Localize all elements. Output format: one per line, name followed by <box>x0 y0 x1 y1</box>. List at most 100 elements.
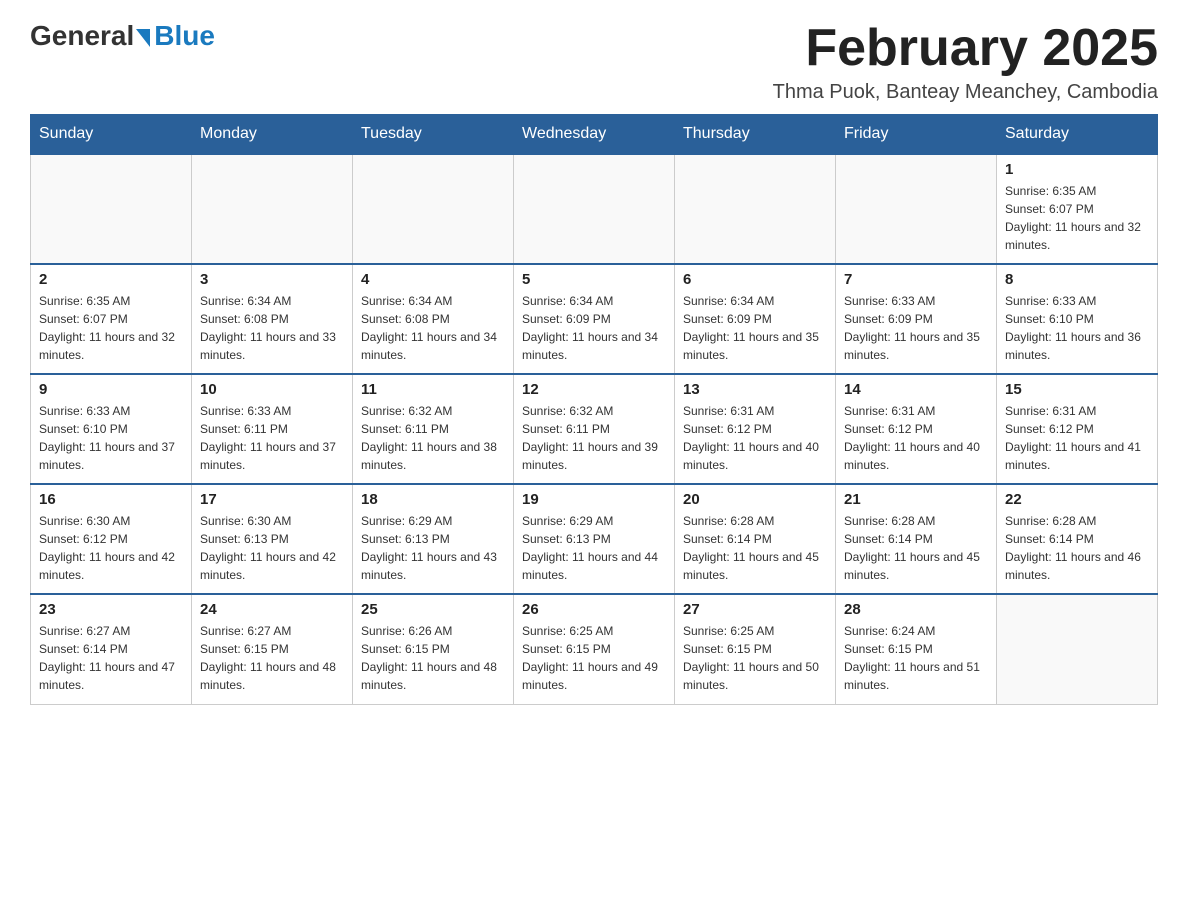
sunset-text: Sunset: 6:13 PM <box>200 530 344 548</box>
day-info: Sunrise: 6:27 AMSunset: 6:14 PMDaylight:… <box>39 622 183 694</box>
daylight-text: Daylight: 11 hours and 37 minutes. <box>200 438 344 474</box>
calendar-cell <box>353 154 514 264</box>
daylight-text: Daylight: 11 hours and 45 minutes. <box>683 548 827 584</box>
calendar-cell: 18Sunrise: 6:29 AMSunset: 6:13 PMDayligh… <box>353 484 514 594</box>
sunrise-text: Sunrise: 6:34 AM <box>361 292 505 310</box>
sunrise-text: Sunrise: 6:33 AM <box>39 402 183 420</box>
daylight-text: Daylight: 11 hours and 39 minutes. <box>522 438 666 474</box>
calendar-cell: 19Sunrise: 6:29 AMSunset: 6:13 PMDayligh… <box>514 484 675 594</box>
sunset-text: Sunset: 6:15 PM <box>361 640 505 658</box>
day-info: Sunrise: 6:28 AMSunset: 6:14 PMDaylight:… <box>1005 512 1149 584</box>
day-info: Sunrise: 6:31 AMSunset: 6:12 PMDaylight:… <box>844 402 988 474</box>
sunset-text: Sunset: 6:09 PM <box>522 310 666 328</box>
sunrise-text: Sunrise: 6:25 AM <box>683 622 827 640</box>
daylight-text: Daylight: 11 hours and 40 minutes. <box>683 438 827 474</box>
sunrise-text: Sunrise: 6:28 AM <box>683 512 827 530</box>
calendar-table: SundayMondayTuesdayWednesdayThursdayFrid… <box>30 114 1158 705</box>
day-info: Sunrise: 6:34 AMSunset: 6:08 PMDaylight:… <box>361 292 505 364</box>
calendar-cell <box>31 154 192 264</box>
day-number: 17 <box>200 491 344 508</box>
calendar-header-row: SundayMondayTuesdayWednesdayThursdayFrid… <box>31 115 1158 155</box>
sunrise-text: Sunrise: 6:24 AM <box>844 622 988 640</box>
day-info: Sunrise: 6:24 AMSunset: 6:15 PMDaylight:… <box>844 622 988 694</box>
day-info: Sunrise: 6:30 AMSunset: 6:13 PMDaylight:… <box>200 512 344 584</box>
sunrise-text: Sunrise: 6:31 AM <box>683 402 827 420</box>
day-info: Sunrise: 6:26 AMSunset: 6:15 PMDaylight:… <box>361 622 505 694</box>
calendar-cell: 26 Sunrise: 6:25 AMSunset: 6:15 PMDayligh… <box>514 594 675 704</box>
daylight-text: Daylight: 11 hours and 35 minutes. <box>683 328 827 364</box>
sunrise-text: Sunrise: 6:32 AM <box>522 402 666 420</box>
daylight-text: Daylight: 11 hours and 38 minutes. <box>361 438 505 474</box>
day-info: Sunrise: 6:32 AMSunset: 6:11 PMDaylight:… <box>522 402 666 474</box>
sunset-text: Sunset: 6:08 PM <box>200 310 344 328</box>
calendar-cell: 13Sunrise: 6:31 AMSunset: 6:12 PMDayligh… <box>675 374 836 484</box>
sunrise-text: Sunrise: 6:35 AM <box>39 292 183 310</box>
daylight-text: Daylight: 11 hours and 42 minutes. <box>200 548 344 584</box>
sunset-text: Sunset: 6:13 PM <box>361 530 505 548</box>
day-number: 1 <box>1005 161 1149 178</box>
calendar-cell: 15Sunrise: 6:31 AMSunset: 6:12 PMDayligh… <box>997 374 1158 484</box>
calendar-cell <box>192 154 353 264</box>
sunset-text: Sunset: 6:13 PM <box>522 530 666 548</box>
sunrise-text: Sunrise: 6:33 AM <box>200 402 344 420</box>
sunset-text: Sunset: 6:15 PM <box>522 640 666 658</box>
sunrise-text: Sunrise: 6:31 AM <box>1005 402 1149 420</box>
day-info: Sunrise: 6:25 AMSunset: 6:15 PMDaylight:… <box>683 622 827 694</box>
logo-arrow-icon <box>136 29 150 47</box>
logo-blue-text: Blue <box>154 20 215 52</box>
daylight-text: Daylight: 11 hours and 37 minutes. <box>39 438 183 474</box>
calendar-cell: 14 Sunrise: 6:31 AMSunset: 6:12 PMDayligh… <box>836 374 997 484</box>
daylight-text: Daylight: 11 hours and 50 minutes. <box>683 658 827 694</box>
day-number: 15 <box>1005 381 1149 398</box>
day-info: Sunrise: 6:33 AMSunset: 6:09 PMDaylight:… <box>844 292 988 364</box>
day-info: Sunrise: 6:27 AMSunset: 6:15 PMDaylight:… <box>200 622 344 694</box>
day-number: 21 <box>844 491 988 508</box>
day-number: 22 <box>1005 491 1149 508</box>
daylight-text: Daylight: 11 hours and 46 minutes. <box>1005 548 1149 584</box>
daylight-text: Daylight: 11 hours and 34 minutes. <box>361 328 505 364</box>
sunset-text: Sunset: 6:07 PM <box>1005 200 1149 218</box>
daylight-text: Daylight: 11 hours and 45 minutes. <box>844 548 988 584</box>
calendar-week-2: 2Sunrise: 6:35 AMSunset: 6:07 PMDaylight… <box>31 264 1158 374</box>
day-number: 28 <box>844 601 988 618</box>
calendar-cell: 5 Sunrise: 6:34 AMSunset: 6:09 PMDaylight… <box>514 264 675 374</box>
calendar-week-4: 16Sunrise: 6:30 AMSunset: 6:12 PMDayligh… <box>31 484 1158 594</box>
calendar-cell: 7Sunrise: 6:33 AMSunset: 6:09 PMDaylight… <box>836 264 997 374</box>
day-info: Sunrise: 6:34 AMSunset: 6:08 PMDaylight:… <box>200 292 344 364</box>
day-info: Sunrise: 6:28 AMSunset: 6:14 PMDaylight:… <box>683 512 827 584</box>
calendar-cell: 23Sunrise: 6:27 AMSunset: 6:14 PMDayligh… <box>31 594 192 704</box>
day-number: 5 <box>522 271 666 288</box>
sunrise-text: Sunrise: 6:27 AM <box>200 622 344 640</box>
logo: General Blue <box>30 20 215 52</box>
day-info: Sunrise: 6:35 AMSunset: 6:07 PMDaylight:… <box>1005 182 1149 254</box>
day-number: 14 <box>844 381 988 398</box>
sunset-text: Sunset: 6:12 PM <box>39 530 183 548</box>
daylight-text: Daylight: 11 hours and 32 minutes. <box>39 328 183 364</box>
calendar-cell: 25 Sunrise: 6:26 AMSunset: 6:15 PMDayligh… <box>353 594 514 704</box>
day-number: 25 <box>361 601 505 618</box>
day-info: Sunrise: 6:25 AMSunset: 6:15 PMDaylight:… <box>522 622 666 694</box>
sunrise-text: Sunrise: 6:35 AM <box>1005 182 1149 200</box>
sunset-text: Sunset: 6:07 PM <box>39 310 183 328</box>
sunset-text: Sunset: 6:11 PM <box>361 420 505 438</box>
day-number: 3 <box>200 271 344 288</box>
daylight-text: Daylight: 11 hours and 43 minutes. <box>361 548 505 584</box>
day-info: Sunrise: 6:32 AMSunset: 6:11 PMDaylight:… <box>361 402 505 474</box>
daylight-text: Daylight: 11 hours and 47 minutes. <box>39 658 183 694</box>
daylight-text: Daylight: 11 hours and 51 minutes. <box>844 658 988 694</box>
day-info: Sunrise: 6:30 AMSunset: 6:12 PMDaylight:… <box>39 512 183 584</box>
day-number: 26 <box>522 601 666 618</box>
day-info: Sunrise: 6:29 AMSunset: 6:13 PMDaylight:… <box>361 512 505 584</box>
day-number: 19 <box>522 491 666 508</box>
sunrise-text: Sunrise: 6:34 AM <box>200 292 344 310</box>
logo-general-text: General <box>30 20 134 52</box>
sunset-text: Sunset: 6:14 PM <box>1005 530 1149 548</box>
calendar-cell: 2Sunrise: 6:35 AMSunset: 6:07 PMDaylight… <box>31 264 192 374</box>
day-info: Sunrise: 6:28 AMSunset: 6:14 PMDaylight:… <box>844 512 988 584</box>
sunrise-text: Sunrise: 6:32 AM <box>361 402 505 420</box>
day-info: Sunrise: 6:34 AMSunset: 6:09 PMDaylight:… <box>522 292 666 364</box>
weekday-header-wednesday: Wednesday <box>514 115 675 155</box>
calendar-cell <box>675 154 836 264</box>
weekday-header-sunday: Sunday <box>31 115 192 155</box>
day-number: 11 <box>361 381 505 398</box>
